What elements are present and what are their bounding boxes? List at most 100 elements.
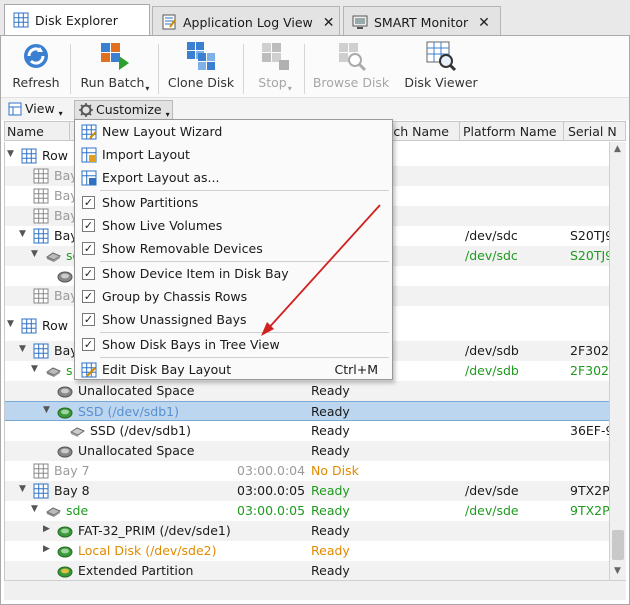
menu-item-label: Export Layout as... <box>102 170 220 185</box>
tab-smart-monitor[interactable]: SMART Monitor ✕ <box>343 6 501 35</box>
horizontal-scrollbar[interactable] <box>4 580 626 600</box>
edit-layout-icon <box>81 362 97 378</box>
disk-viewer-label: Disk Viewer <box>404 75 478 90</box>
checkbox-checked-icon[interactable]: ✓ <box>82 219 95 232</box>
table-row[interactable]: ▶ Local Disk (/dev/sde2) Ready <box>5 541 609 561</box>
clone-disk-button[interactable]: Clone Disk <box>166 40 236 90</box>
tab-application-log-view[interactable]: Application Log View ✕ <box>152 6 340 35</box>
disk-drive-icon <box>45 252 61 262</box>
menu-item-edit-disk-bay-layout[interactable]: Edit Disk Bay Layout Ctrl+M <box>75 359 392 381</box>
menu-item-show-live-volumes[interactable]: ✓ Show Live Volumes <box>75 215 392 237</box>
table-row[interactable]: Extended Partition Ready <box>5 561 609 580</box>
row-platform: /dev/sdb <box>465 363 519 378</box>
table-row[interactable]: SSD (/dev/sdb1) Ready 36EF-9 <box>5 421 609 441</box>
checkbox-checked-icon[interactable]: ✓ <box>82 313 95 326</box>
table-row[interactable]: Unallocated Space Ready <box>5 381 609 401</box>
row-status: Ready <box>311 443 350 458</box>
disk-drive-icon <box>45 507 61 517</box>
clone-disk-label: Clone Disk <box>167 75 235 90</box>
bay-icon <box>33 483 49 499</box>
checkbox-checked-icon[interactable]: ✓ <box>82 242 95 255</box>
menu-item-label: Show Device Item in Disk Bay <box>102 266 289 281</box>
menu-item-show-unassigned-bays[interactable]: ✓ Show Unassigned Bays <box>75 309 392 331</box>
table-row[interactable]: ▼ sde 03:00.0:05 Ready /dev/sde 9TX2P <box>5 501 609 521</box>
menu-item-show-removable-devices[interactable]: ✓ Show Removable Devices <box>75 238 392 260</box>
menu-item-show-device-item-in-disk-bay[interactable]: ✓ Show Device Item in Disk Bay <box>75 263 392 285</box>
row-name: sde <box>66 503 89 518</box>
scroll-up-icon[interactable]: ▲ <box>614 144 621 154</box>
browse-disk-button[interactable]: Browse Disk <box>311 40 391 90</box>
bay-icon <box>33 228 49 244</box>
disk-drive-icon <box>45 367 61 377</box>
menu-separator <box>100 190 389 191</box>
table-row[interactable]: Unallocated Space Ready <box>5 441 609 461</box>
menu-separator <box>100 332 389 333</box>
tab-label: Disk Explorer <box>35 13 118 28</box>
close-icon[interactable]: ✕ <box>323 15 335 31</box>
ssd-volume-icon <box>57 407 73 419</box>
column-header-name[interactable]: Name <box>7 124 67 139</box>
menu-item-group-by-chassis-rows[interactable]: ✓ Group by Chassis Rows <box>75 286 392 308</box>
view-menu-button[interactable]: View ▾ <box>4 100 67 120</box>
row-status: Ready <box>311 543 350 558</box>
menu-item-new-layout-wizard[interactable]: New Layout Wizard <box>75 121 392 143</box>
row-status: Ready <box>311 423 350 438</box>
menu-item-show-disk-bays-in-tree-view[interactable]: ✓ Show Disk Bays in Tree View <box>75 334 392 356</box>
refresh-label: Refresh <box>12 75 60 90</box>
grid-icon <box>21 148 37 164</box>
row-name: Bay <box>54 343 76 358</box>
scroll-down-icon[interactable]: ▼ <box>614 566 621 576</box>
checkbox-checked-icon[interactable]: ✓ <box>82 196 95 209</box>
row-name: SSD (/dev/sdb1) <box>90 423 192 438</box>
menu-item-show-partitions[interactable]: ✓ Show Partitions <box>75 192 392 214</box>
view-bar: View ▾ Customize ▾ <box>0 97 630 120</box>
row-name: Bay <box>54 188 76 203</box>
scrollbar-thumb[interactable] <box>612 530 624 560</box>
view-label: View <box>25 101 55 116</box>
close-icon[interactable]: ✕ <box>478 15 490 31</box>
row-status: Ready <box>311 523 350 538</box>
refresh-button[interactable]: Refresh <box>10 40 62 90</box>
row-name: Bay 8 <box>54 483 90 498</box>
disk-viewer-button[interactable]: Disk Viewer <box>402 40 480 90</box>
vertical-scrollbar[interactable]: ▲ ▼ <box>609 142 626 580</box>
log-icon <box>162 14 176 30</box>
tab-disk-explorer[interactable]: Disk Explorer <box>4 4 150 35</box>
table-row-selected[interactable]: ▼ SSD (/dev/sdb1) Ready <box>5 401 609 421</box>
partition-icon <box>57 386 73 398</box>
bay-icon <box>33 168 49 184</box>
bay-icon <box>33 188 49 204</box>
menu-separator <box>100 261 389 262</box>
row-name: Unallocated Space <box>78 443 195 458</box>
volume-icon <box>57 566 73 578</box>
refresh-icon <box>24 44 48 68</box>
row-serial: S20TJ9 <box>570 228 609 243</box>
row-address: 03:00.0:05 <box>237 483 306 498</box>
row-name: Bay <box>54 168 76 183</box>
tab-bar: Disk Explorer Application Log View ✕ SMAR… <box>0 0 630 35</box>
menu-item-export-layout[interactable]: Export Layout as... <box>75 167 392 189</box>
run-batch-label: Run Batch <box>80 75 145 90</box>
row-name: Row 1 <box>42 148 72 163</box>
menu-item-label: New Layout Wizard <box>102 124 223 139</box>
row-serial: 36EF-9 <box>570 423 609 438</box>
table-row[interactable]: ▼ Bay 8 03:00.0:05 Ready /dev/sde 9TX2P <box>5 481 609 501</box>
checkbox-checked-icon[interactable]: ✓ <box>82 290 95 303</box>
column-header-serial[interactable]: Serial N <box>568 124 628 139</box>
table-row[interactable]: Bay 7 03:00.0:04 No Disk <box>5 461 609 481</box>
column-header-platform-name[interactable]: Platform Name <box>463 124 563 139</box>
stop-button[interactable]: Stop▾ <box>250 40 300 93</box>
bay-icon <box>33 208 49 224</box>
run-batch-button[interactable]: Run Batch▾ <box>80 40 150 93</box>
row-platform: /dev/sde <box>465 483 519 498</box>
customize-menu-button[interactable]: Customize ▾ <box>74 100 173 120</box>
tab-label: SMART Monitor <box>374 15 469 30</box>
checkbox-checked-icon[interactable]: ✓ <box>82 338 95 351</box>
checkbox-checked-icon[interactable]: ✓ <box>82 267 95 280</box>
row-name: Bay 7 <box>54 463 90 478</box>
table-row[interactable]: ▶ FAT-32_PRIM (/dev/sde1) Ready <box>5 521 609 541</box>
menu-item-import-layout[interactable]: Import Layout <box>75 144 392 166</box>
bay-icon <box>33 343 49 359</box>
menu-item-label: Group by Chassis Rows <box>102 289 248 304</box>
customize-label: Customize <box>96 102 162 117</box>
